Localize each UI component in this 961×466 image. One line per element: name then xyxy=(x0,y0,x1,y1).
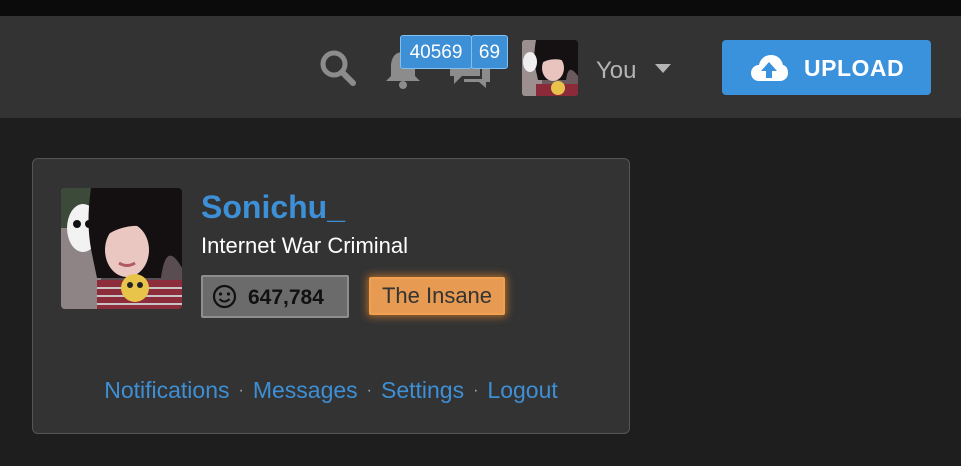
settings-link[interactable]: Settings xyxy=(381,377,464,403)
upload-button-label: UPLOAD xyxy=(804,55,905,81)
logout-link[interactable]: Logout xyxy=(487,377,557,403)
profile-username[interactable]: Sonichu_ xyxy=(201,189,345,226)
profile-avatar[interactable] xyxy=(61,188,182,309)
link-separator: · xyxy=(238,382,244,399)
reputation-value: 647,784 xyxy=(248,286,324,309)
notifications-link[interactable]: Notifications xyxy=(104,377,229,403)
link-separator: · xyxy=(473,382,479,399)
nav-user-avatar[interactable] xyxy=(522,40,578,96)
profile-card: Sonichu_ Internet War Criminal 647,784 T… xyxy=(32,158,630,434)
profile-user-title: Internet War Criminal xyxy=(201,233,409,258)
notifications-count-badge[interactable]: 40569 xyxy=(400,35,472,69)
messages-count-badge[interactable]: 69 xyxy=(471,35,508,69)
messages-link[interactable]: Messages xyxy=(253,377,358,403)
upload-button[interactable]: UPLOAD xyxy=(722,40,931,95)
top-strip xyxy=(0,0,961,16)
profile-links: Notifications · Messages · Settings · Logout xyxy=(33,377,629,404)
smile-icon xyxy=(212,284,237,309)
rank-badge: The Insane xyxy=(369,277,505,315)
search-icon[interactable] xyxy=(318,48,358,88)
link-separator: · xyxy=(366,382,372,399)
cloud-upload-icon xyxy=(751,55,788,81)
user-menu-label[interactable]: You xyxy=(596,57,637,85)
reputation-box: 647,784 xyxy=(201,275,349,318)
chevron-down-icon[interactable] xyxy=(655,64,671,73)
